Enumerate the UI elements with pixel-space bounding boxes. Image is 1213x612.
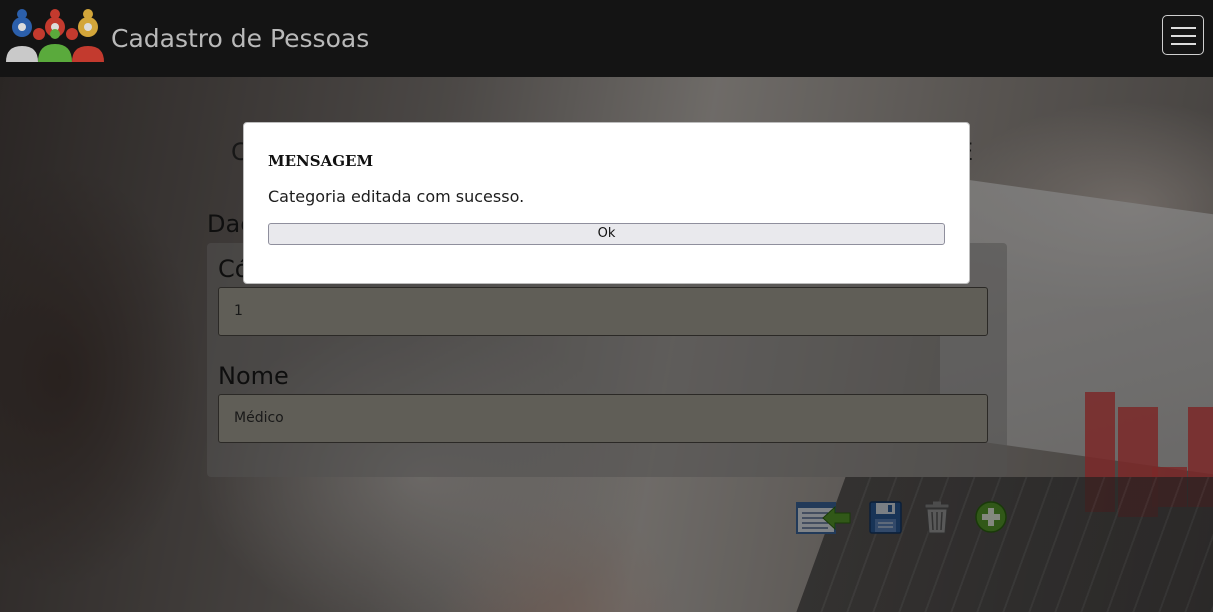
dialog-title: MENSAGEM <box>268 152 374 170</box>
message-dialog: MENSAGEM Categoria editada com sucesso. … <box>243 122 970 284</box>
hamburger-icon <box>1171 27 1196 29</box>
menu-toggle-button[interactable] <box>1162 15 1204 55</box>
dialog-message: Categoria editada com sucesso. <box>268 187 525 206</box>
hamburger-icon <box>1171 43 1196 45</box>
navbar: Cadastro de Pessoas <box>0 0 1213 77</box>
brand-name[interactable]: Cadastro de Pessoas <box>111 24 369 53</box>
hamburger-icon <box>1171 35 1196 37</box>
people-logo-icon <box>6 9 104 62</box>
ok-button[interactable]: Ok <box>268 223 945 245</box>
